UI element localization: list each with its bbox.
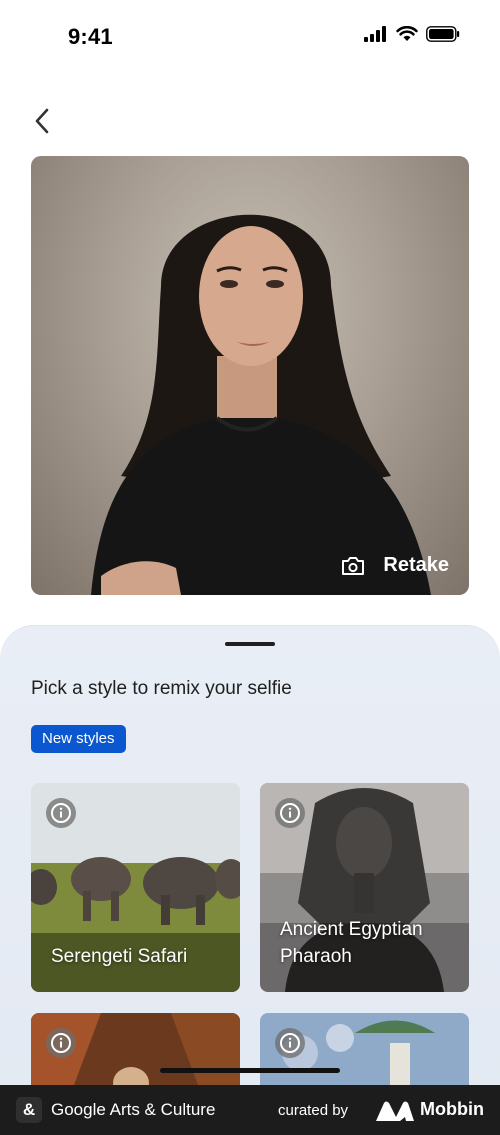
info-icon [280,803,300,823]
retake-button[interactable]: Retake [341,554,449,577]
style-label-line2: Pharaoh [280,946,352,967]
status-bar: 9:41 [0,0,500,76]
info-button[interactable] [275,1028,305,1058]
style-card-impressionist-parasol[interactable] [260,1013,469,1093]
battery-icon [426,26,460,42]
selfie-photo: Retake [31,156,469,595]
signal-icon [364,26,386,42]
google-arts-culture-logo-icon: & [16,1097,42,1123]
mobbin-logo-icon [376,1101,414,1121]
style-label: Serengeti Safari [51,946,188,967]
footer-curated-by: curated by [278,1102,349,1119]
back-button[interactable] [26,104,58,138]
attribution-footer: & Google Arts & Culture curated by Mobbi… [0,1085,500,1135]
style-label-line1: Ancient Egyptian [280,919,423,940]
style-card-ancient-egyptian-pharaoh[interactable]: Ancient Egyptian Pharaoh [260,783,469,992]
camera-icon [342,556,365,575]
new-styles-chip: New styles [31,725,126,753]
style-card-painting-theater[interactable] [31,1013,240,1093]
info-button[interactable] [46,798,76,828]
style-card-serengeti-safari[interactable]: Serengeti Safari [31,783,240,992]
back-chevron-icon [35,108,49,134]
info-icon [51,803,71,823]
info-icon [51,1033,71,1053]
status-icons [364,26,460,42]
selfie-portrait-image [91,214,431,595]
info-button[interactable] [275,798,305,828]
footer-app-name: Google Arts & Culture [51,1100,216,1119]
retake-label: Retake [383,554,449,576]
status-time: 9:41 [68,24,113,49]
footer-brand: Mobbin [420,1099,484,1119]
sheet-drag-handle[interactable] [225,642,275,646]
info-button[interactable] [46,1028,76,1058]
home-indicator [160,1068,340,1073]
sheet-title: Pick a style to remix your selfie [31,678,292,699]
wifi-icon [396,26,418,41]
style-label: Ancient Egyptian Pharaoh [280,916,423,970]
info-icon [280,1033,300,1053]
style-picker-sheet: Pick a style to remix your selfie New st… [0,625,500,1135]
